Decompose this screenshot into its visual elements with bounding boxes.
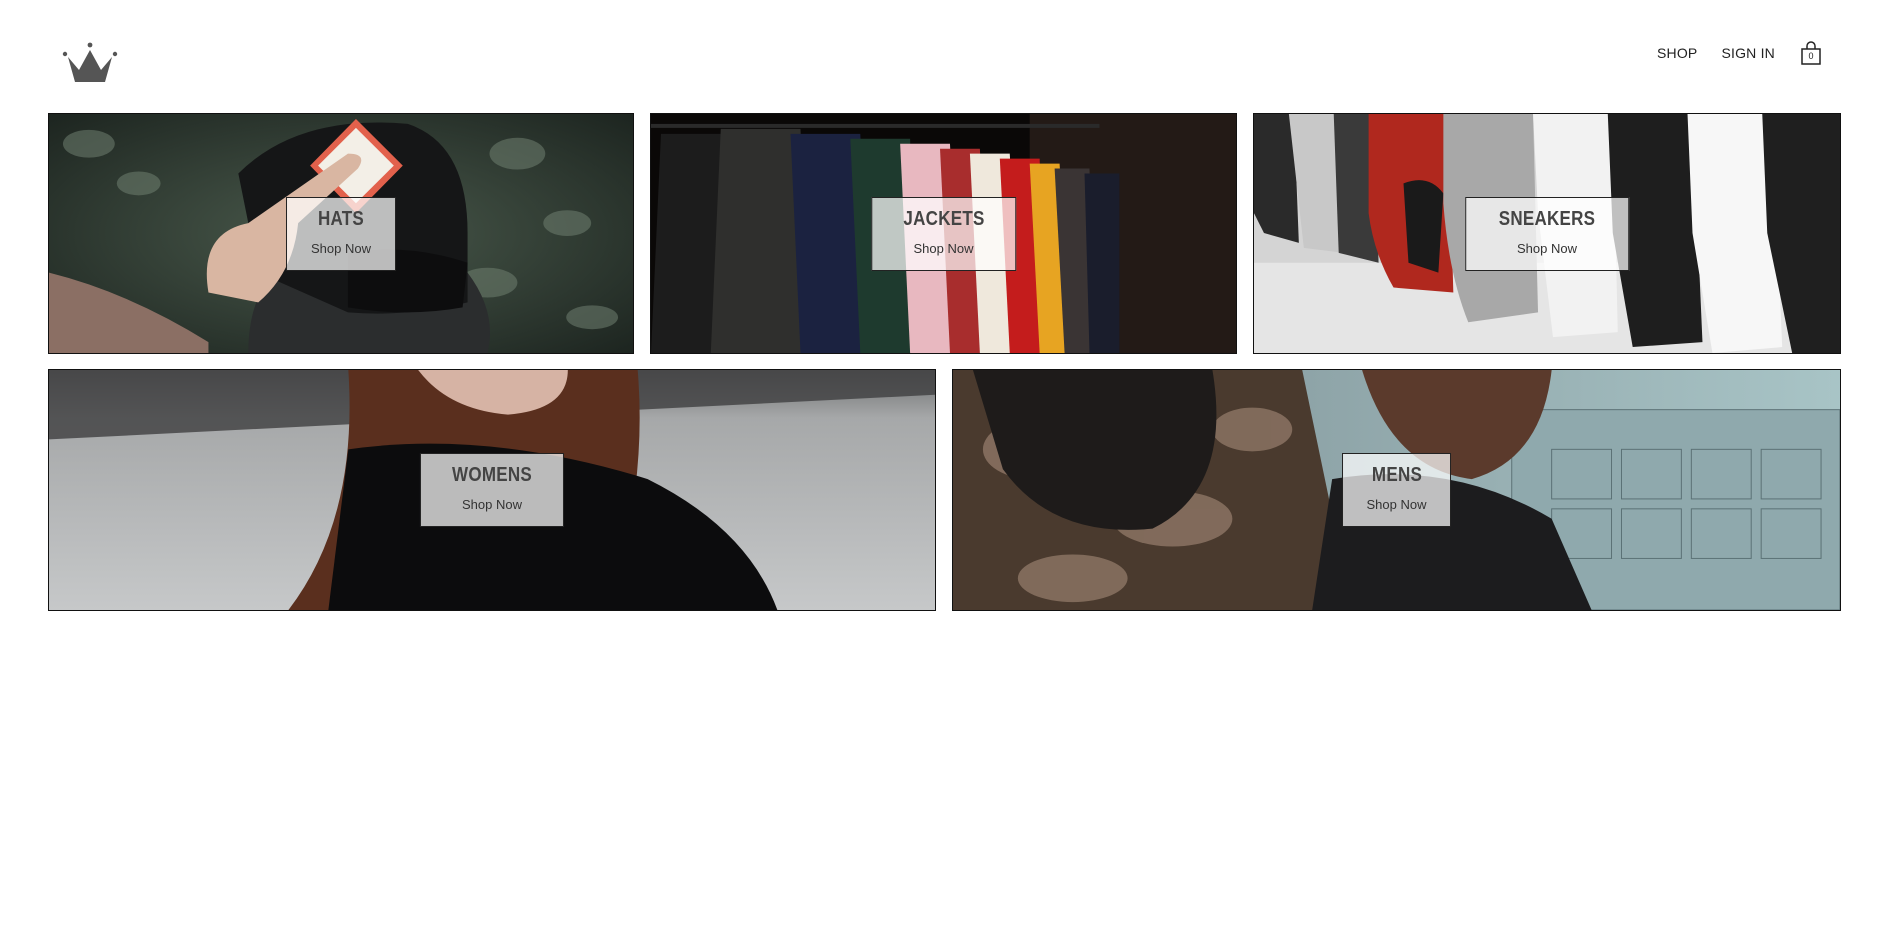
- shop-now-link[interactable]: Shop Now: [1367, 497, 1427, 512]
- category-tile-hats[interactable]: HATS Shop Now: [48, 113, 634, 354]
- category-title: SNEAKERS: [1498, 207, 1596, 230]
- cart-button[interactable]: 0: [1799, 40, 1823, 66]
- cart-count: 0: [1808, 51, 1814, 61]
- shop-now-link[interactable]: Shop Now: [311, 241, 371, 256]
- category-title: MENS: [1371, 464, 1422, 486]
- nav-sign-in-link[interactable]: SIGN IN: [1721, 45, 1775, 61]
- sneakers-label-box: SNEAKERS Shop Now: [1465, 196, 1629, 271]
- category-title: JACKETS: [902, 207, 985, 230]
- category-tile-mens[interactable]: MENS Shop Now: [952, 369, 1841, 611]
- jackets-label-box: JACKETS Shop Now: [870, 196, 1017, 271]
- site-header: SHOP SIGN IN 0: [0, 0, 1878, 110]
- shop-now-link[interactable]: Shop Now: [445, 497, 539, 512]
- nav-shop-link[interactable]: SHOP: [1657, 45, 1697, 61]
- mens-label-box: MENS Shop Now: [1341, 453, 1452, 527]
- hats-label-box: HATS Shop Now: [286, 196, 396, 271]
- crown-icon[interactable]: [62, 40, 118, 88]
- shop-now-link[interactable]: Shop Now: [896, 241, 991, 256]
- category-tile-sneakers[interactable]: SNEAKERS Shop Now: [1253, 113, 1841, 354]
- category-tile-womens[interactable]: WOMENS Shop Now: [48, 369, 936, 611]
- womens-label-box: WOMENS Shop Now: [419, 453, 565, 527]
- category-tile-jackets[interactable]: JACKETS Shop Now: [650, 113, 1237, 354]
- shop-now-link[interactable]: Shop Now: [1490, 241, 1604, 256]
- category-title: HATS: [317, 207, 365, 230]
- main-nav: SHOP SIGN IN 0: [1657, 40, 1823, 66]
- category-title: WOMENS: [452, 464, 532, 486]
